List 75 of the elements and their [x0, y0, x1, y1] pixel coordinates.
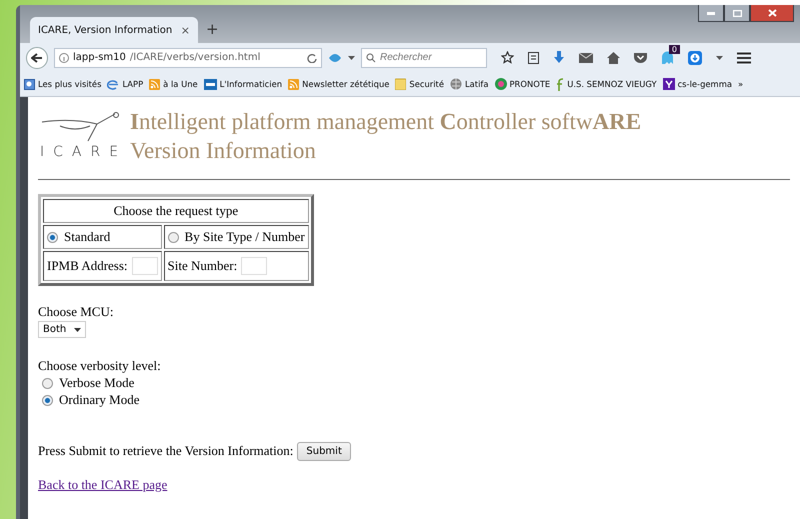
download-circle-icon[interactable]	[688, 50, 702, 64]
page-subtitle: Version Information	[130, 137, 317, 165]
bookmark[interactable]: L'Informaticien	[204, 78, 282, 90]
bookmark[interactable]: Latifa	[450, 78, 488, 90]
pocket-icon[interactable]	[634, 52, 647, 63]
browser-tab[interactable]: ICARE, Version Information ×	[30, 17, 198, 43]
bookmark[interactable]: Securité	[395, 78, 444, 90]
menu-icon[interactable]	[737, 52, 751, 64]
radio-button[interactable]	[168, 232, 179, 243]
radio-button[interactable]	[42, 394, 53, 406]
radio-label: Verbose Mode	[59, 375, 134, 390]
radio-button[interactable]	[47, 232, 58, 243]
radio-button[interactable]	[42, 378, 53, 389]
tab-title: ICARE, Version Information	[38, 24, 172, 36]
table-caption: Choose the request type	[43, 199, 309, 223]
submit-button[interactable]: Submit	[297, 442, 351, 462]
submit-prompt: Press Submit to retrieve the Version Information:	[38, 443, 294, 458]
bookmark[interactable]: à la Une	[149, 78, 198, 90]
ghost-icon[interactable]	[661, 51, 674, 64]
url-host: lapp-sm10	[73, 52, 126, 63]
back-link[interactable]: Back to the ICARE page	[38, 477, 168, 492]
close-button[interactable]	[750, 5, 794, 22]
search-page-icon	[24, 78, 35, 90]
site-logo-icon	[204, 78, 217, 90]
verbosity-label: Choose verbosity level:	[38, 358, 162, 374]
input-field[interactable]	[132, 257, 158, 275]
bookmark[interactable]: cs-le-gemma	[662, 78, 732, 90]
url-path: /ICARE/verbs/version.html	[130, 52, 262, 63]
input-field[interactable]	[241, 257, 268, 275]
new-tab-button[interactable]: +	[206, 20, 219, 38]
e-logo-icon	[107, 78, 120, 90]
clipboard-icon[interactable]	[528, 51, 539, 64]
bookmark[interactable]: U.S. SEMNOZ VIEUGY	[556, 78, 657, 90]
page-title: Intelligent platform management Controller softwARE	[130, 108, 642, 136]
bookmark[interactable]: PRONOTE	[494, 78, 550, 90]
radio-label: Standard	[64, 230, 110, 244]
leaf-f-icon	[556, 78, 564, 90]
back-arrow-icon	[31, 52, 43, 62]
caret-icon[interactable]	[348, 56, 355, 60]
logo-text: ICARE	[40, 144, 122, 160]
caret-icon[interactable]	[716, 56, 723, 60]
maximize-icon	[732, 10, 742, 16]
reload-icon[interactable]	[307, 52, 317, 62]
field-label: Site Number:	[168, 258, 238, 273]
bookmark[interactable]: Newsletter zététique	[288, 78, 390, 90]
address-bar[interactable]: lapp-sm10 /ICARE/verbs/version.html	[54, 48, 322, 68]
bookmark[interactable]: LAPP	[107, 78, 144, 90]
mcu-select[interactable]: Both	[38, 321, 86, 338]
minimize-icon	[707, 12, 715, 14]
round-logo-icon	[494, 78, 506, 90]
mail-icon[interactable]	[579, 52, 593, 62]
drop-icon[interactable]	[328, 52, 342, 64]
info-icon	[59, 52, 69, 62]
square-logo-icon	[662, 78, 675, 90]
back-button[interactable]	[26, 46, 48, 68]
tab-close-button[interactable]: ×	[180, 24, 190, 36]
home-icon[interactable]	[607, 52, 620, 64]
radio-label: By Site Type / Number	[184, 230, 305, 244]
notification-badge: 0	[668, 45, 680, 54]
mcu-label: Choose MCU:	[38, 304, 114, 320]
more-bookmarks-button[interactable]: »	[738, 79, 744, 89]
feed-icon	[149, 78, 160, 90]
caret-icon	[74, 328, 82, 332]
star-icon[interactable]	[501, 51, 514, 64]
search-field[interactable]: Rechercher	[361, 48, 487, 68]
field-label: IPMB Address:	[47, 258, 128, 273]
download-icon[interactable]	[553, 51, 565, 64]
globe-icon	[450, 78, 462, 90]
maximize-button[interactable]	[724, 5, 750, 22]
radio-label: Ordinary Mode	[59, 392, 140, 408]
minimize-button[interactable]	[698, 5, 724, 22]
feed-icon	[288, 78, 300, 90]
folder-icon	[395, 78, 406, 90]
close-icon	[768, 9, 776, 17]
bookmark[interactable]: Les plus visités	[24, 78, 102, 90]
